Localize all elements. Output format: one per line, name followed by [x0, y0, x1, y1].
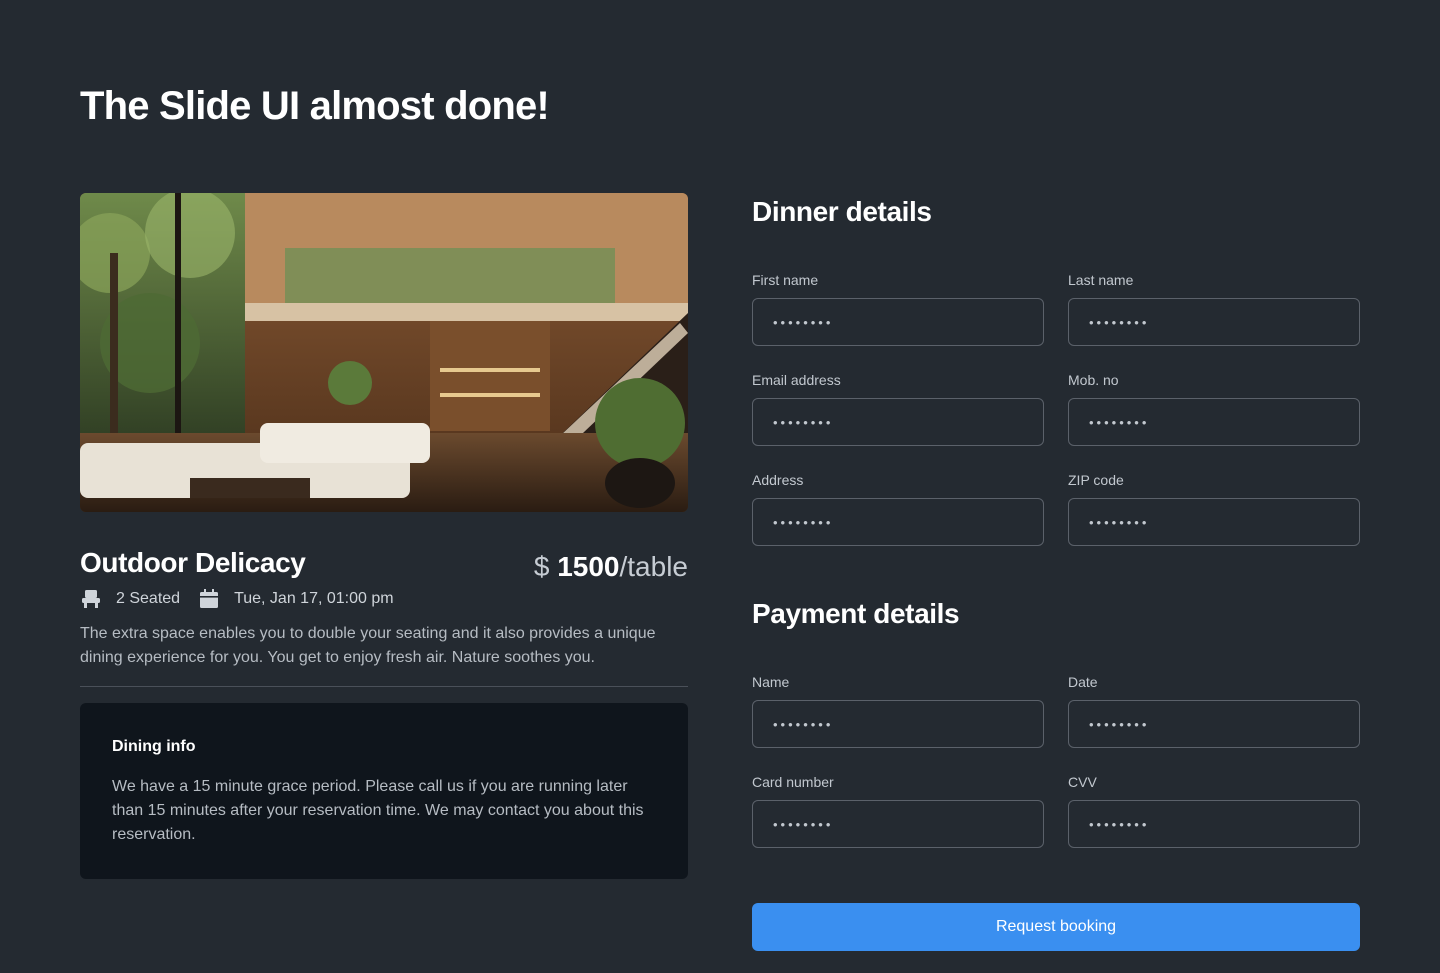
card-number-input[interactable]: ••••••••	[752, 800, 1044, 848]
price-currency: $	[533, 551, 550, 582]
card-number-label: Card number	[752, 774, 834, 790]
last-name-field: Last name ••••••••	[1068, 271, 1360, 371]
listing-header: Outdoor Delicacy $ 1500/table 2 Seated T…	[80, 546, 688, 610]
expiry-date-field: Date ••••••••	[1068, 673, 1360, 773]
listing-meta: 2 Seated Tue, Jan 17, 01:00 pm	[80, 588, 412, 610]
card-number-field: Card number ••••••••	[752, 773, 1044, 873]
request-booking-button[interactable]: Request booking	[752, 903, 1360, 951]
expiry-date-label: Date	[1068, 674, 1098, 690]
dinner-details-fields: First name •••••••• Last name •••••••• E…	[752, 271, 1360, 571]
dining-info-title: Dining info	[112, 738, 196, 755]
payment-details-title: Payment details	[752, 598, 960, 629]
card-name-input[interactable]: ••••••••	[752, 700, 1044, 748]
price-unit: /table	[619, 551, 689, 582]
interior-photo-illustration	[80, 193, 688, 512]
listing-description: The extra space enables you to double yo…	[80, 622, 688, 687]
zip-field: ZIP code ••••••••	[1068, 471, 1360, 571]
dinner-details-title: Dinner details	[752, 196, 932, 227]
dining-info-panel: Dining info We have a 15 minute grace pe…	[80, 703, 688, 879]
address-input[interactable]: ••••••••	[752, 498, 1044, 546]
email-input[interactable]: ••••••••	[752, 398, 1044, 446]
address-label: Address	[752, 472, 804, 488]
cvv-field: CVV ••••••••	[1068, 773, 1360, 873]
card-name-label: Name	[752, 674, 790, 690]
address-field: Address ••••••••	[752, 471, 1044, 571]
page: The Slide UI almost done! Outdoor Delica…	[0, 0, 1440, 973]
mobile-label: Mob. no	[1068, 372, 1119, 388]
chair-icon	[80, 588, 102, 610]
last-name-label: Last name	[1068, 272, 1134, 288]
listing-title: Outdoor Delicacy	[80, 547, 306, 578]
zip-label: ZIP code	[1068, 472, 1124, 488]
expiry-date-input[interactable]: ••••••••	[1068, 700, 1360, 748]
dining-info-text: We have a 15 minute grace period. Please…	[112, 778, 644, 843]
date-info: Tue, Jan 17, 01:00 pm	[198, 588, 394, 610]
price-amount: 1500	[557, 551, 620, 582]
listing-photo	[80, 193, 688, 512]
page-title: The Slide UI almost done!	[80, 84, 550, 128]
email-label: Email address	[752, 372, 841, 388]
listing-price: $ 1500/table	[534, 550, 688, 584]
first-name-field: First name ••••••••	[752, 271, 1044, 371]
seating-text: 2 Seated	[116, 590, 181, 607]
cvv-label: CVV	[1068, 774, 1097, 790]
date-text: Tue, Jan 17, 01:00 pm	[234, 590, 394, 607]
seating-info: 2 Seated	[80, 588, 180, 610]
payment-details-fields: Name •••••••• Date •••••••• Card number …	[752, 673, 1360, 873]
listing-column: Outdoor Delicacy $ 1500/table 2 Seated T…	[80, 193, 688, 879]
calendar-icon	[198, 588, 220, 610]
last-name-input[interactable]: ••••••••	[1068, 298, 1360, 346]
zip-input[interactable]: ••••••••	[1068, 498, 1360, 546]
card-name-field: Name ••••••••	[752, 673, 1044, 773]
first-name-label: First name	[752, 272, 819, 288]
email-field: Email address ••••••••	[752, 371, 1044, 471]
cvv-input[interactable]: ••••••••	[1068, 800, 1360, 848]
mobile-input[interactable]: ••••••••	[1068, 398, 1360, 446]
first-name-input[interactable]: ••••••••	[752, 298, 1044, 346]
mobile-field: Mob. no ••••••••	[1068, 371, 1360, 471]
booking-form: Dinner details First name •••••••• Last …	[752, 193, 1360, 951]
